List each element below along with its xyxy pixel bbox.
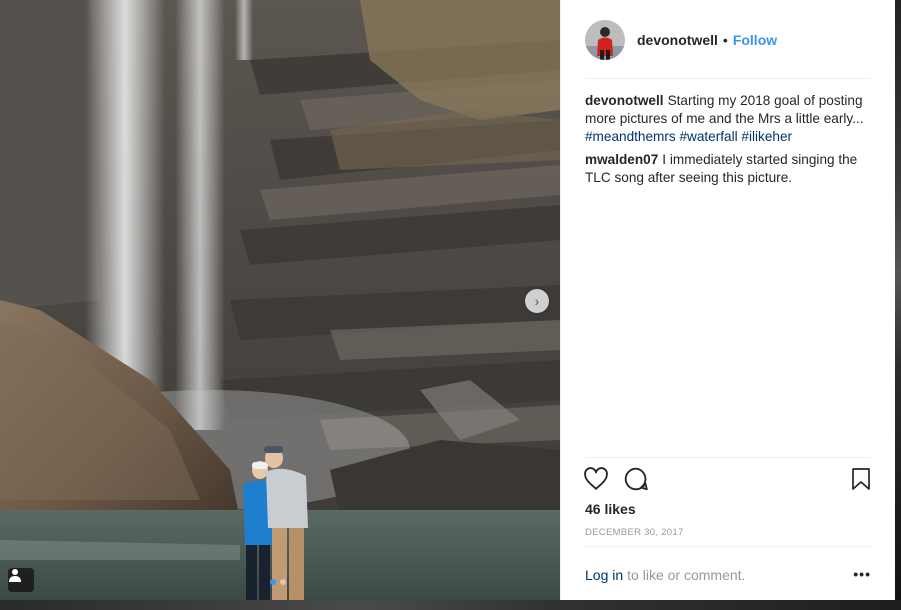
- heart-icon[interactable]: [583, 466, 609, 492]
- page-backdrop-right: [895, 0, 901, 610]
- post-details-panel: devonotwell • Follow devonotwell Starting…: [560, 0, 895, 600]
- login-prompt: Log in to like or comment. •••: [585, 566, 871, 584]
- next-slide-button[interactable]: ›: [525, 289, 549, 313]
- login-prompt-text: to like or comment.: [627, 567, 746, 583]
- comments-list: devonotwell Starting my 2018 goal of post…: [585, 92, 871, 192]
- header-divider: [585, 78, 871, 79]
- post-actions: [583, 466, 873, 496]
- comment-author[interactable]: devonotwell: [585, 93, 664, 108]
- post-author-username[interactable]: devonotwell: [637, 32, 718, 48]
- comment-bubble-icon[interactable]: [623, 466, 649, 492]
- login-link[interactable]: Log in: [585, 567, 623, 583]
- header-separator: •: [722, 32, 728, 48]
- bookmark-icon[interactable]: [849, 466, 873, 492]
- chevron-right-icon: ›: [534, 293, 540, 309]
- comment-item: devonotwell Starting my 2018 goal of post…: [585, 92, 871, 146]
- page-backdrop-bottom: [0, 600, 901, 610]
- slide-dot: [280, 579, 286, 585]
- likes-count[interactable]: 46 likes: [585, 501, 636, 517]
- hashtag-link[interactable]: #meandthemrs: [585, 129, 676, 144]
- follow-button[interactable]: Follow: [733, 32, 777, 48]
- avatar[interactable]: [585, 20, 625, 60]
- hashtag-link[interactable]: #waterfall: [679, 129, 737, 144]
- footer-divider: [585, 546, 871, 547]
- tagged-people-button[interactable]: [8, 568, 34, 592]
- comment-item: mwalden07 I immediately started singing t…: [585, 151, 871, 187]
- comment-author[interactable]: mwalden07: [585, 152, 658, 167]
- more-options-button[interactable]: •••: [853, 566, 871, 582]
- slide-indicator: [270, 579, 286, 585]
- slide-dot-active: [270, 579, 276, 585]
- waterfall-photo-illustration: [0, 0, 560, 600]
- post-date: DECEMBER 30, 2017: [585, 527, 684, 538]
- hashtag-link[interactable]: #ilikeher: [741, 129, 792, 144]
- avatar-image: [585, 20, 625, 60]
- post-photo[interactable]: ›: [0, 0, 560, 600]
- post-header: devonotwell • Follow: [585, 20, 871, 60]
- actions-divider: [585, 457, 871, 458]
- person-tag-icon: [9, 569, 21, 582]
